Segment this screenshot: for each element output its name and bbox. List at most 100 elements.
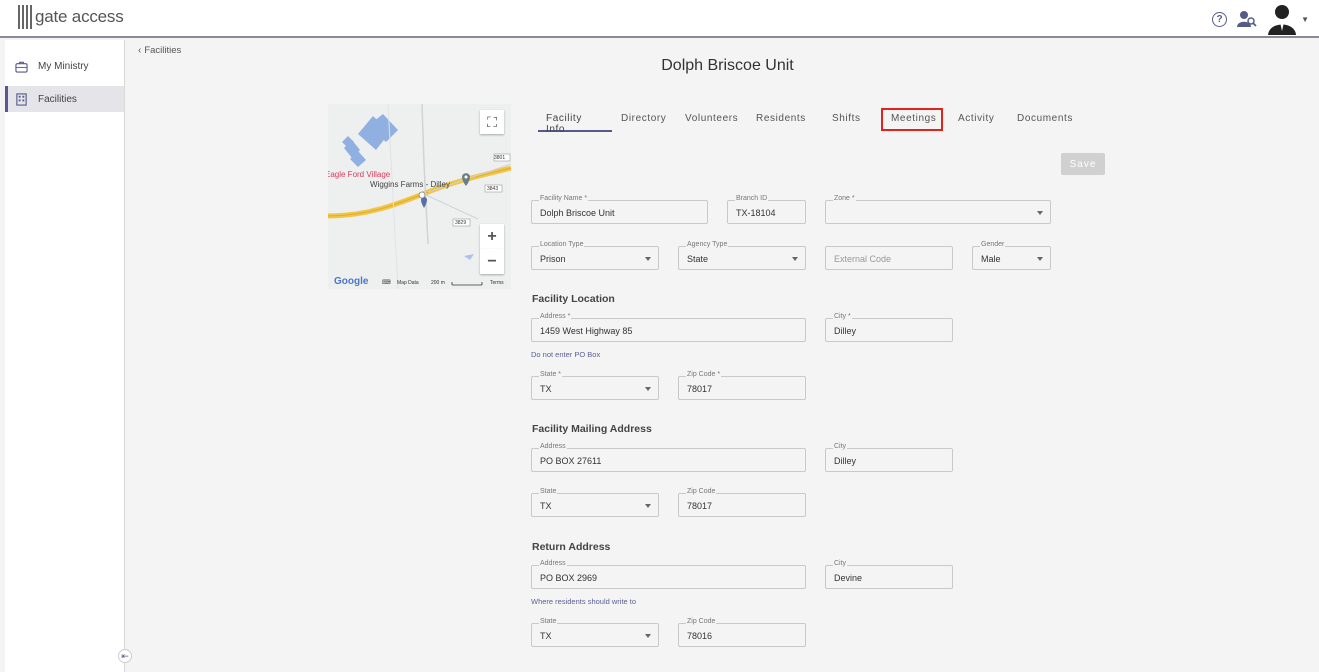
field-value: Dolph Briscoe Unit — [540, 208, 615, 218]
field-label: Facility Name * — [539, 195, 589, 203]
location-type-select[interactable]: Location Type Prison — [531, 241, 659, 270]
field-value: Dilley — [834, 326, 857, 336]
location-state-select[interactable]: State * TX — [531, 371, 659, 400]
map-place-label: Eagle Ford Village — [328, 170, 391, 179]
sidebar-item-label: Facilities — [38, 93, 77, 105]
dropdown-arrow-icon — [1037, 211, 1043, 215]
field-value: 78017 — [687, 384, 713, 394]
zone-select[interactable]: Zone * — [825, 195, 1051, 224]
breadcrumb-facilities[interactable]: Facilities — [144, 45, 181, 56]
field-value: 1459 West Highway 85 — [540, 326, 633, 336]
location-zip-input[interactable]: Zip Code * 78017 — [678, 371, 806, 400]
sidebar-item-my-ministry[interactable]: My Ministry — [5, 53, 124, 79]
field-label: Address — [539, 560, 567, 568]
map-terms-link[interactable]: Terms — [490, 280, 504, 286]
tab-facility-info[interactable]: Facility Info — [538, 108, 612, 135]
sidebar: My Ministry Facilities — [5, 40, 125, 672]
field-value: State — [687, 254, 709, 264]
mailing-city-input[interactable]: City Dilley — [825, 443, 953, 472]
map-data-link[interactable]: Map Data — [397, 280, 419, 286]
fullscreen-icon[interactable]: ⛶ — [480, 110, 504, 134]
field-value: Dilley — [834, 456, 857, 466]
tab-residents[interactable]: Residents — [748, 108, 823, 132]
help-circle-icon[interactable]: ? — [1212, 11, 1228, 27]
location-address-input[interactable]: Address * 1459 West Highway 85 — [531, 313, 806, 342]
facility-name-field[interactable]: Facility Name * Dolph Briscoe Unit — [531, 195, 708, 224]
field-value: TX — [540, 384, 552, 394]
tab-meetings[interactable]: Meetings — [881, 108, 943, 131]
logo-bars-icon — [18, 5, 32, 29]
external-code-input[interactable]: External Code — [825, 246, 953, 270]
page-title: Dolph Briscoe Unit — [661, 57, 794, 74]
save-button[interactable]: Save — [1061, 153, 1105, 175]
road-label: 3801 — [494, 155, 506, 161]
gender-select[interactable]: Gender Male — [972, 241, 1051, 270]
field-value: Male — [981, 254, 1001, 264]
field-label: City — [833, 560, 848, 568]
field-label: Zone * — [833, 195, 856, 203]
location-address-hint: Do not enter PO Box — [531, 350, 601, 359]
keyboard-icon[interactable]: ⌨ — [382, 279, 391, 286]
field-value: TX-18104 — [736, 208, 776, 218]
tab-directory[interactable]: Directory — [613, 108, 676, 132]
chevron-down-icon[interactable]: ▼ — [1301, 15, 1309, 24]
google-logo: Google — [334, 276, 369, 287]
field-label: Address * — [539, 313, 572, 321]
facility-map[interactable]: 3801 3843 3829 Eagle Ford Village Wiggin… — [328, 104, 511, 289]
tab-documents[interactable]: Documents — [1009, 108, 1081, 132]
field-value: 78016 — [687, 631, 713, 641]
field-value: TX — [540, 631, 552, 641]
dropdown-arrow-icon — [645, 257, 651, 261]
section-title-mailing-address: Facility Mailing Address — [532, 423, 652, 435]
field-label: Branch ID — [735, 195, 769, 203]
tab-volunteers[interactable]: Volunteers — [677, 108, 747, 132]
dropdown-arrow-icon — [792, 257, 798, 261]
agency-type-select[interactable]: Agency Type State — [678, 241, 806, 270]
field-label: Zip Code * — [686, 371, 722, 379]
map-scale-label: 200 m — [431, 280, 445, 286]
field-label: State * — [539, 371, 563, 379]
tab-activity[interactable]: Activity — [950, 108, 1008, 132]
section-title-return-address: Return Address — [532, 541, 611, 553]
field-label: City — [833, 443, 848, 451]
user-search-icon[interactable] — [1237, 10, 1257, 28]
tab-shifts[interactable]: Shifts — [824, 108, 880, 132]
field-label: Address — [539, 443, 567, 451]
field-label: Zip Code — [686, 488, 717, 496]
top-bar: gate access ? ▼ — [0, 0, 1319, 38]
collapse-sidebar-icon[interactable]: ⇤ — [118, 649, 132, 663]
field-value: Prison — [540, 254, 566, 264]
breadcrumb[interactable]: ‹ Facilities — [138, 45, 181, 56]
sidebar-item-facilities[interactable]: Facilities — [5, 86, 124, 112]
return-zip-input[interactable]: Zip Code 78016 — [678, 618, 806, 647]
dropdown-arrow-icon — [645, 387, 651, 391]
return-state-select[interactable]: State TX — [531, 618, 659, 647]
section-title-facility-location: Facility Location — [532, 293, 615, 305]
return-address-hint: Where residents should write to — [531, 597, 637, 606]
field-label: State — [539, 488, 558, 496]
map-place-label: Wiggins Farms - Dilley — [370, 180, 451, 189]
return-address-input[interactable]: Address PO BOX 2969 — [531, 560, 806, 589]
location-city-input[interactable]: City * Dilley — [825, 313, 953, 342]
branch-id-field[interactable]: Branch ID TX-18104 — [727, 195, 806, 224]
field-placeholder: External Code — [834, 254, 892, 264]
mailing-zip-input[interactable]: Zip Code 78017 — [678, 488, 806, 517]
app-logo[interactable]: gate access — [18, 5, 124, 29]
field-label: Zip Code — [686, 618, 717, 626]
field-label: State — [539, 618, 558, 626]
mailing-state-select[interactable]: State TX — [531, 488, 659, 517]
field-label: Agency Type — [686, 241, 729, 249]
zoom-in-button[interactable]: + — [480, 224, 504, 249]
zoom-out-button[interactable]: − — [480, 249, 504, 274]
dropdown-arrow-icon — [645, 634, 651, 638]
return-city-input[interactable]: City Devine — [825, 560, 953, 589]
avatar-icon[interactable] — [1267, 3, 1297, 35]
sidebar-item-label: My Ministry — [38, 60, 89, 72]
dropdown-arrow-icon — [645, 504, 651, 508]
field-value: TX — [540, 501, 552, 511]
chevron-left-icon: ‹ — [138, 45, 142, 56]
mailing-address-input[interactable]: Address PO BOX 27611 — [531, 443, 806, 472]
field-value: PO BOX 2969 — [540, 573, 598, 583]
facility-tabs: Facility Info Directory Volunteers Resid… — [538, 108, 1082, 135]
logo-text: gate access — [35, 7, 124, 26]
